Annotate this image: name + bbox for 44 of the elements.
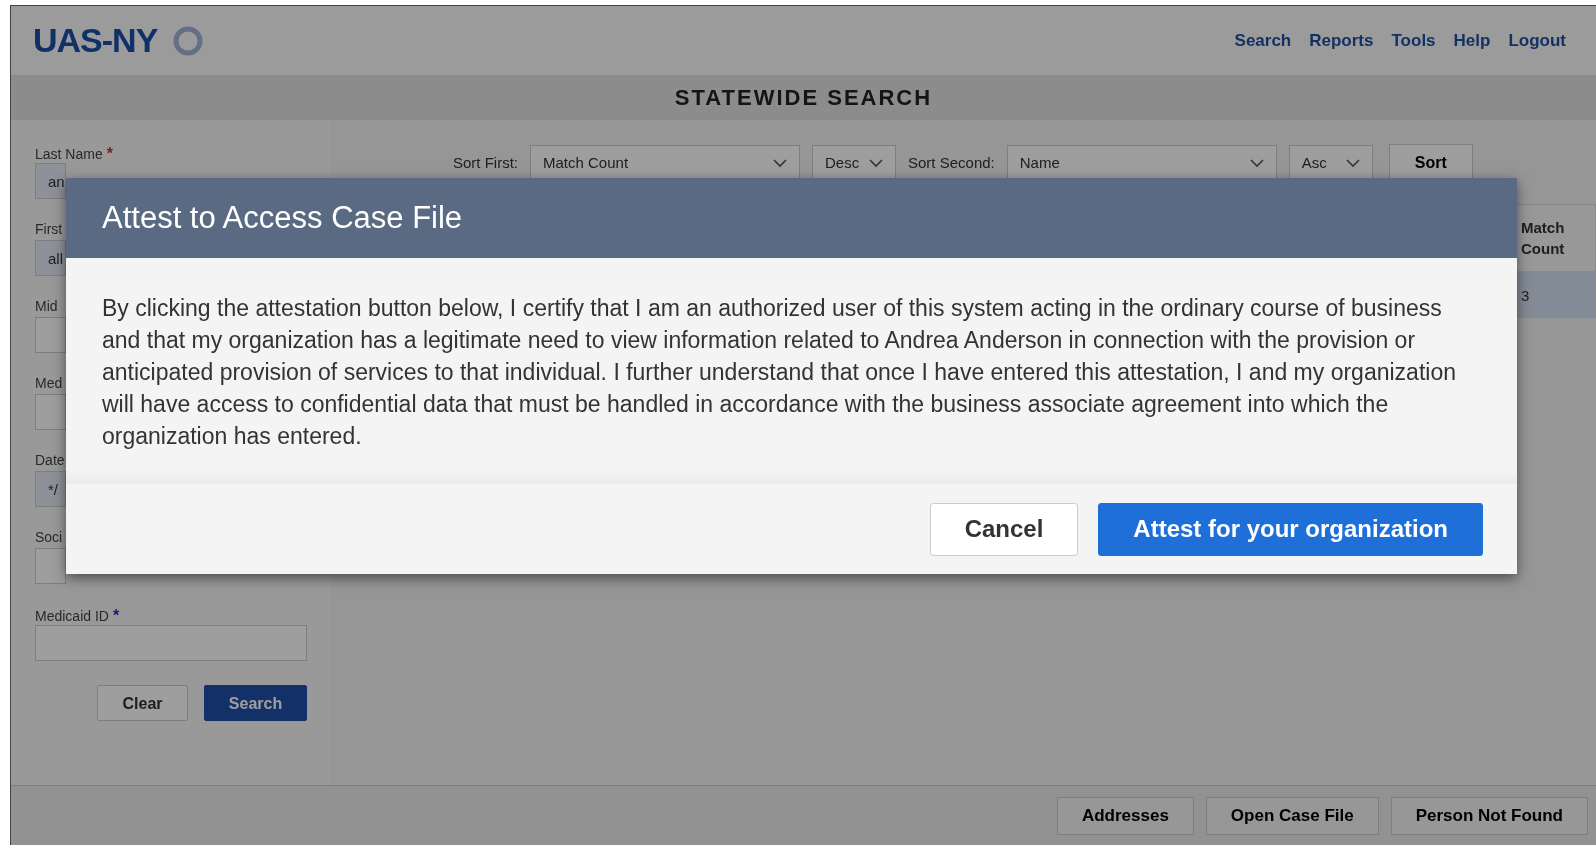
nav-link[interactable]: Logout — [1508, 27, 1566, 54]
logo: UAS-NY — [33, 20, 158, 61]
footer-button[interactable]: Open Case File — [1205, 796, 1379, 835]
ring-icon — [173, 25, 204, 56]
field-label: Medicaid ID — [35, 608, 109, 624]
field-label: Soci — [35, 529, 63, 545]
sort-label: Sort Second: — [908, 152, 995, 173]
chevron-down-icon — [1249, 158, 1264, 168]
modal-title: Attest to Access Case File — [102, 198, 463, 237]
input-field[interactable] — [35, 548, 66, 584]
footer-button[interactable]: Addresses — [1056, 796, 1194, 835]
sort-dropdown[interactable]: Desc — [812, 145, 896, 181]
nav-link[interactable]: Help — [1453, 27, 1491, 54]
nav-link[interactable]: Reports — [1309, 27, 1374, 54]
field-label: Date — [35, 452, 65, 468]
input-field[interactable] — [35, 317, 66, 353]
required-asterisk: * — [106, 145, 113, 162]
attest-button[interactable]: Attest for your organization — [1098, 502, 1483, 556]
search-button[interactable]: Search — [204, 685, 307, 721]
attestation-text: By clicking the attestation button below, I certify that I am an authorized user of this system acting in the ordinary course of business and that my organization has a legitimate need to view information related to Andrea Anderson in connection with the provision or anticipated provision of services to that individual. I further understand that once I have entered this attestation, I and my organization will have access to confidential data that must be handled in accordance with the business associate agreement into which the organization has entered. — [102, 294, 1457, 451]
cancel-button[interactable]: Cancel — [929, 502, 1079, 556]
page-title: STATEWIDE SEARCH — [674, 84, 933, 112]
field-label: Last Name — [35, 146, 103, 162]
field-label: First — [35, 221, 63, 237]
sort-dropdown[interactable]: Match Count — [530, 145, 800, 181]
nav-link[interactable]: Tools — [1391, 27, 1436, 54]
chevron-down-icon — [869, 158, 883, 168]
input-field[interactable]: all — [35, 240, 66, 276]
footer-button[interactable]: Person Not Found — [1390, 796, 1588, 835]
clear-button[interactable]: Clear — [97, 685, 188, 721]
input-field[interactable] — [35, 625, 307, 661]
required-asterisk: * — [112, 607, 120, 624]
table-cell: 3 — [1521, 287, 1530, 304]
field-label: Med — [35, 375, 63, 391]
input-field[interactable]: an — [35, 163, 66, 199]
nav-link[interactable]: Search — [1234, 27, 1292, 54]
sort-dropdown[interactable]: Asc — [1288, 145, 1373, 181]
chevron-down-icon — [773, 158, 787, 168]
input-field[interactable]: */ — [35, 471, 66, 507]
sort-label: Sort First: — [453, 152, 518, 173]
field-label: Mid — [35, 298, 58, 314]
sort-dropdown[interactable]: Name — [1006, 145, 1277, 181]
input-field[interactable] — [35, 394, 66, 430]
chevron-down-icon — [1345, 158, 1360, 168]
